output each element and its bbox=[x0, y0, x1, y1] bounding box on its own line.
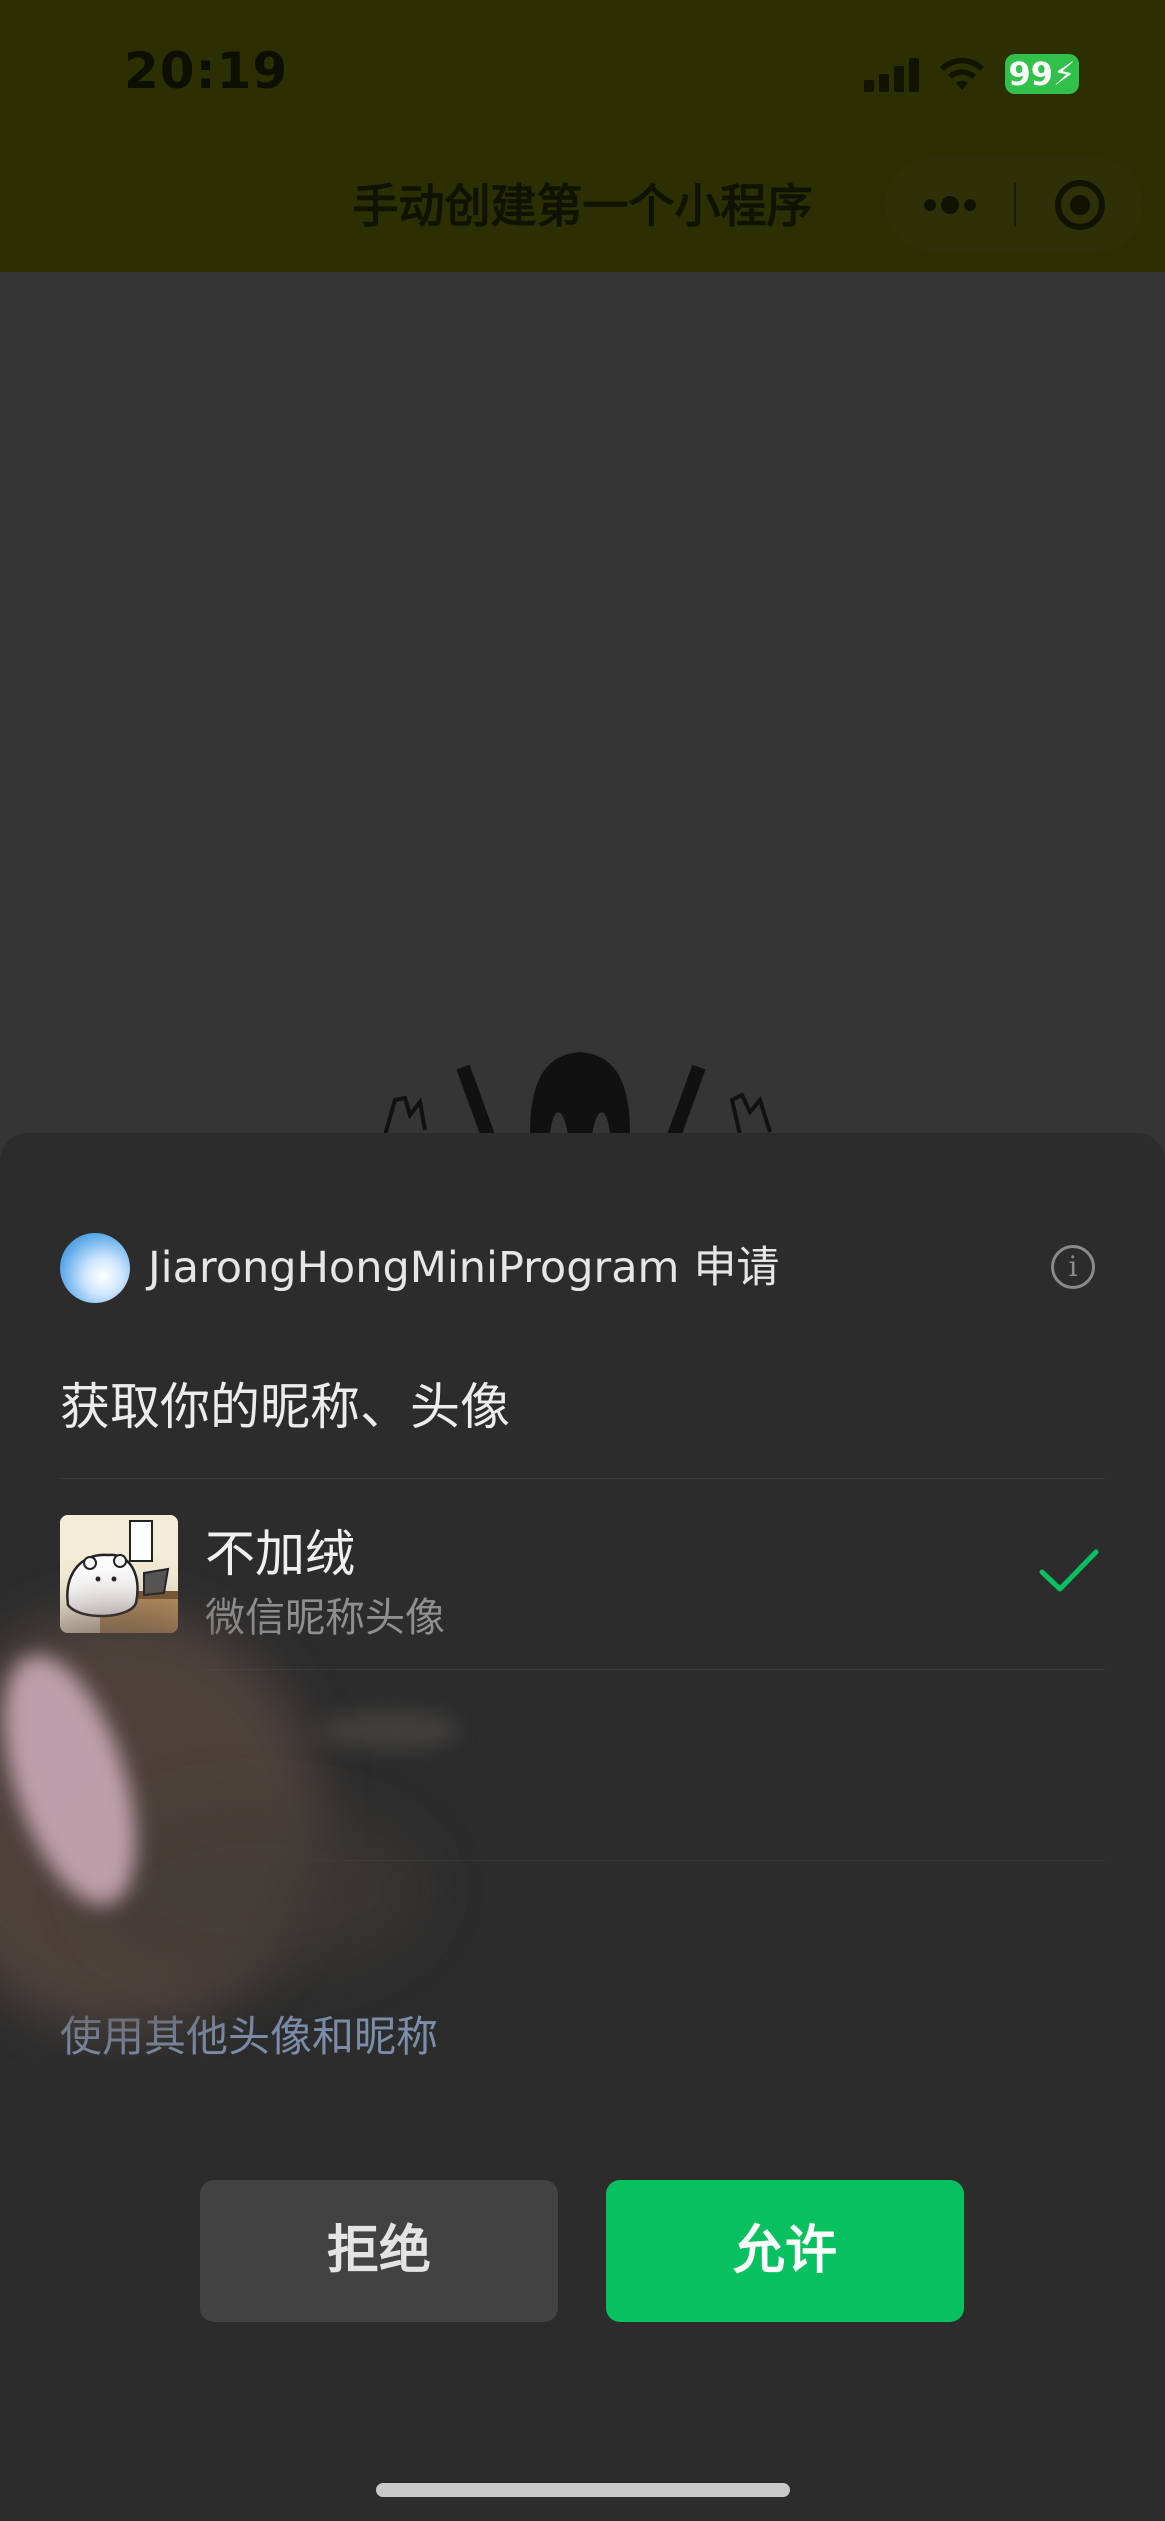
close-target-icon[interactable] bbox=[1016, 158, 1143, 252]
more-dots-icon[interactable] bbox=[885, 158, 1014, 252]
battery-charging-icon: 99⚡ bbox=[1005, 54, 1079, 94]
home-indicator[interactable] bbox=[376, 2483, 790, 2497]
signal-icon bbox=[864, 56, 919, 92]
app-name: JiarongHongMiniProgram bbox=[148, 1243, 680, 1293]
info-icon[interactable]: i bbox=[1051, 1245, 1095, 1289]
divider bbox=[205, 1669, 1105, 1670]
reject-button[interactable]: 拒绝 bbox=[200, 2180, 558, 2322]
profile-source: 微信昵称头像 bbox=[205, 1595, 445, 1641]
page-illustration bbox=[370, 1040, 790, 1140]
request-title: 获取你的昵称、头像 bbox=[60, 1378, 510, 1436]
requesting-app: JiarongHongMiniProgram 申请 bbox=[148, 1236, 779, 1300]
mini-program-capsule bbox=[885, 158, 1143, 252]
divider bbox=[60, 1478, 1105, 1479]
request-word: 申请 bbox=[693, 1243, 780, 1293]
mini-program-header: 20:19 99⚡ 手动创建第一个小程序 bbox=[0, 0, 1165, 272]
checkmark-icon bbox=[1038, 1548, 1100, 1598]
wifi-icon bbox=[939, 56, 985, 92]
divider bbox=[205, 1860, 1105, 1861]
page-title-text: 手动创建第一个小程序 bbox=[352, 179, 813, 233]
allow-button[interactable]: 允许 bbox=[606, 2180, 964, 2322]
status-icons: 99⚡ bbox=[864, 54, 1079, 94]
battery-level: 99 bbox=[1008, 55, 1054, 93]
status-time: 20:19 bbox=[124, 42, 289, 100]
nickname: 不加绒 bbox=[205, 1525, 355, 1583]
app-logo bbox=[60, 1233, 130, 1303]
avatar bbox=[60, 1515, 178, 1633]
use-other-avatar-link[interactable]: 使用其他头像和昵称 bbox=[60, 2003, 438, 2064]
authorization-sheet: JiarongHongMiniProgram 申请 i 获取你的昵称、头像 不加绒… bbox=[0, 1133, 1165, 2521]
